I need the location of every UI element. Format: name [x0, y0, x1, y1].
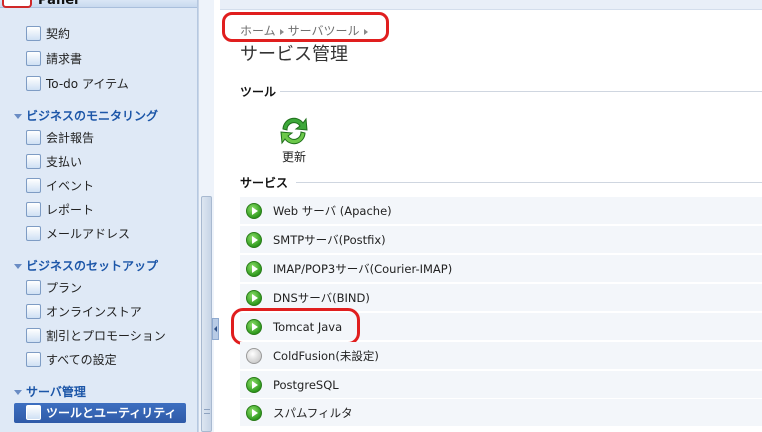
report-icon — [26, 202, 41, 217]
sidebar-item-label: 割引とプロモーション — [46, 329, 166, 343]
payment-icon — [26, 154, 41, 169]
refresh-icon — [280, 117, 308, 145]
sidebar: Panel 契約 請求書 To-do アイテム ビジネスのモニタリング 会計報告… — [0, 0, 198, 432]
main-content: ホーム サーバツール サービス管理 ツール 更新 サービス Web サーバ (Ap… — [220, 0, 762, 432]
accounting-icon — [26, 130, 41, 145]
sidebar-item-discounts[interactable]: 割引とプロモーション — [26, 326, 166, 346]
group-title-setup[interactable]: ビジネスのセットアップ — [14, 257, 158, 274]
collapse-triangle-icon — [14, 390, 22, 395]
sidebar-header: Panel — [0, 0, 197, 8]
contract-icon — [26, 26, 41, 41]
sidebar-item-plans[interactable]: プラン — [26, 278, 82, 298]
sidebar-item-contract[interactable]: 契約 — [26, 24, 70, 44]
refresh-tool-button[interactable]: 更新 — [272, 114, 316, 165]
stopped-status-icon[interactable] — [246, 347, 262, 364]
annotation-highlight-breadcrumb — [222, 12, 389, 42]
sidebar-item-tools-utilities[interactable]: ツールとユーティリティ — [14, 403, 186, 423]
running-status-icon[interactable] — [246, 260, 262, 277]
sidebar-item-store[interactable]: オンラインストア — [26, 302, 142, 322]
group-title-label: ビジネスのセットアップ — [26, 259, 159, 273]
service-row-web[interactable]: Web サーバ (Apache) — [240, 197, 762, 225]
service-name: PostgreSQL — [273, 377, 339, 392]
service-name: Web サーバ (Apache) — [273, 203, 392, 218]
store-icon — [26, 304, 41, 319]
service-row-imap[interactable]: IMAP/POP3サーバ(Courier-IMAP) — [240, 255, 762, 283]
scrollbar-thumb[interactable] — [201, 196, 212, 432]
service-row-smtp[interactable]: SMTPサーバ(Postfix) — [240, 226, 762, 254]
sidebar-scrollbar[interactable] — [198, 0, 214, 432]
tools-icon — [26, 405, 41, 420]
sidebar-item-label: レポート — [46, 203, 95, 217]
section-divider — [296, 182, 762, 183]
service-name: ColdFusion(未設定) — [273, 348, 379, 363]
sidebar-item-todo[interactable]: To-do アイテム — [26, 74, 129, 94]
section-title-services: サービス — [240, 176, 289, 190]
calendar-icon — [26, 178, 41, 193]
group-title-monitoring[interactable]: ビジネスのモニタリング — [14, 107, 158, 124]
sidebar-item-label: ツールとユーティリティ — [46, 406, 177, 420]
grip-icon — [204, 409, 210, 414]
sidebar-item-events[interactable]: イベント — [26, 176, 94, 196]
section-title-tools: ツール — [240, 85, 277, 99]
annotation-highlight-tomcat — [231, 308, 360, 345]
panel-logo-icon — [2, 0, 32, 8]
group-title-server[interactable]: サーバ管理 — [14, 383, 86, 400]
sidebar-item-mail[interactable]: メールアドレス — [26, 224, 130, 244]
group-title-label: サーバ管理 — [26, 385, 86, 399]
sidebar-item-reports[interactable]: レポート — [26, 200, 94, 220]
service-row-postgresql[interactable]: PostgreSQL — [240, 371, 762, 399]
sidebar-item-label: 会計報告 — [46, 131, 95, 145]
todo-icon — [26, 76, 41, 91]
running-status-icon[interactable] — [246, 376, 262, 393]
sidebar-item-payments[interactable]: 支払い — [26, 152, 82, 172]
mail-icon — [26, 226, 41, 241]
sidebar-item-label: すべての設定 — [46, 353, 117, 367]
sidebar-item-label: 契約 — [46, 27, 71, 41]
service-name: DNSサーバ(BIND) — [273, 290, 370, 305]
discount-icon — [26, 328, 41, 343]
group-title-label: ビジネスのモニタリング — [26, 109, 159, 123]
section-divider — [280, 91, 762, 92]
running-status-icon[interactable] — [246, 231, 262, 248]
running-status-icon[interactable] — [246, 289, 262, 306]
collapse-triangle-icon — [14, 264, 22, 269]
sidebar-item-label: イベント — [46, 179, 95, 193]
service-row-spam-filter[interactable]: スパムフィルタ — [240, 399, 762, 427]
running-status-icon[interactable] — [246, 202, 262, 219]
service-name: IMAP/POP3サーバ(Courier-IMAP) — [273, 261, 453, 276]
sidebar-item-label: To-do アイテム — [46, 77, 129, 91]
plan-icon — [26, 280, 41, 295]
panel-title: Panel — [38, 0, 79, 8]
sidebar-item-label: 請求書 — [46, 52, 83, 66]
sidebar-item-all-settings[interactable]: すべての設定 — [26, 350, 117, 370]
settings-icon — [26, 352, 41, 367]
sidebar-item-invoice[interactable]: 請求書 — [26, 49, 82, 69]
sidebar-item-label: 支払い — [46, 155, 83, 169]
top-strip — [220, 0, 762, 10]
sidebar-item-label: メールアドレス — [46, 227, 131, 241]
collapse-triangle-icon — [14, 114, 22, 119]
refresh-label: 更新 — [281, 150, 306, 164]
sidebar-item-accounting[interactable]: 会計報告 — [26, 128, 94, 148]
sidebar-item-label: プラン — [46, 281, 83, 295]
service-name: SMTPサーバ(Postfix) — [273, 232, 386, 247]
sidebar-collapse-button[interactable] — [212, 318, 219, 340]
sidebar-item-label: オンラインストア — [46, 305, 142, 319]
invoice-icon — [26, 51, 41, 66]
page-title: サービス管理 — [240, 44, 348, 65]
service-row-coldfusion[interactable]: ColdFusion(未設定) — [240, 342, 762, 370]
service-name: スパムフィルタ — [273, 405, 353, 420]
running-status-icon[interactable] — [246, 404, 262, 421]
